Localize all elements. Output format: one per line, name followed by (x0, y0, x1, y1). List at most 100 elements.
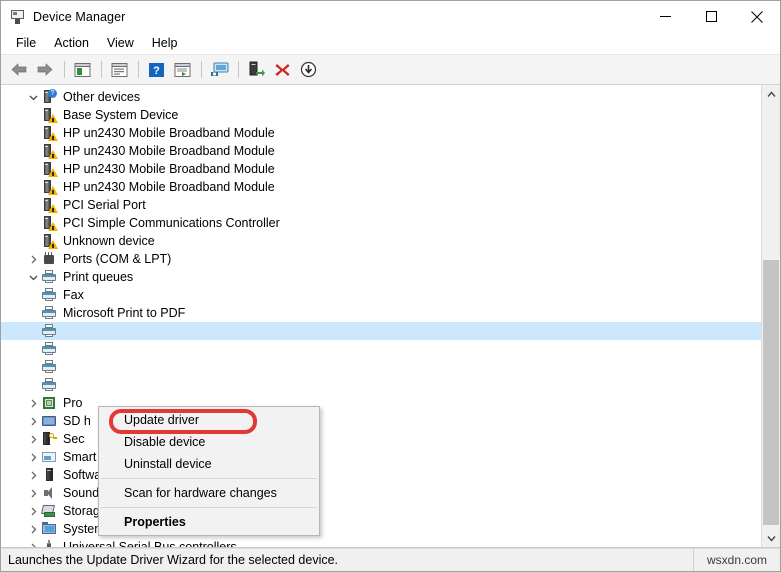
chevron-right-icon[interactable] (25, 466, 41, 484)
unknown-device-icon: ? (41, 89, 57, 105)
device-manager-icon (10, 9, 26, 25)
tree-row-printer-4[interactable] (1, 376, 761, 394)
printer-icon (41, 341, 57, 357)
tree-row-label: Universal Serial Bus controllers (63, 540, 237, 547)
tree-row-unknown-device[interactable]: Unknown device (1, 232, 761, 250)
tree-row-label: HP un2430 Mobile Broadband Module (63, 180, 275, 194)
tree-row-other-devices[interactable]: ? Other devices (1, 88, 761, 106)
context-menu[interactable]: Update driver Disable device Uninstall d… (98, 406, 320, 536)
chevron-right-icon[interactable] (25, 412, 41, 430)
maximize-button[interactable] (688, 1, 734, 32)
toolbar-separator (138, 61, 139, 78)
menu-action[interactable]: Action (45, 34, 98, 52)
printer-icon (41, 377, 57, 393)
tree-row-hp-un2430-2[interactable]: HP un2430 Mobile Broadband Module (1, 142, 761, 160)
chevron-right-icon[interactable] (25, 484, 41, 502)
chevron-down-icon[interactable] (25, 268, 41, 286)
context-menu-item-disable-device[interactable]: Disable device (99, 431, 319, 453)
tree-row-label: Print queues (63, 270, 134, 284)
scroll-down-button[interactable] (762, 529, 780, 547)
view-details-button[interactable] (170, 58, 194, 81)
printer-icon (41, 359, 57, 375)
context-menu-item-update-driver[interactable]: Update driver (99, 409, 319, 431)
device-warning-icon (41, 161, 58, 177)
tree-row-label: HP un2430 Mobile Broadband Module (63, 126, 275, 140)
help-icon: ? (148, 62, 164, 77)
device-warning-icon (41, 215, 58, 231)
back-button[interactable] (7, 58, 31, 81)
storage-controller-icon (41, 503, 57, 519)
chevron-right-icon[interactable] (25, 502, 41, 520)
close-button[interactable] (734, 1, 780, 32)
tree-row-label: Other devices (63, 90, 141, 104)
tree-row-label: Microsoft Print to PDF (63, 306, 186, 320)
tree-row-hp-un2430-4[interactable]: HP un2430 Mobile Broadband Module (1, 178, 761, 196)
tree-row-label: Base System Device (63, 108, 179, 122)
tree-row-pci-serial-port[interactable]: PCI Serial Port (1, 196, 761, 214)
window-title: Device Manager (33, 9, 126, 24)
tree-row-label: HP un2430 Mobile Broadband Module (63, 162, 275, 176)
tree-row-hp-un2430-3[interactable]: HP un2430 Mobile Broadband Module (1, 160, 761, 178)
disable-device-button[interactable] (296, 58, 320, 81)
smart-card-reader-icon (41, 449, 57, 465)
security-device-icon (41, 431, 57, 447)
toolbar-separator (101, 61, 102, 78)
context-menu-item-uninstall-device[interactable]: Uninstall device (99, 453, 319, 475)
usb-icon (41, 539, 57, 547)
tree-row-printer-2[interactable] (1, 340, 761, 358)
menu-help[interactable]: Help (143, 34, 187, 52)
chevron-right-icon[interactable] (25, 520, 41, 538)
chevron-right-icon[interactable] (25, 430, 41, 448)
chevron-right-icon[interactable] (25, 250, 41, 268)
scan-hardware-changes-button[interactable] (207, 58, 231, 81)
tree-row-usb-controllers[interactable]: Universal Serial Bus controllers (1, 538, 761, 547)
help-button[interactable]: ? (144, 58, 168, 81)
port-icon (41, 251, 57, 267)
tree-row-label: HP un2430 Mobile Broadband Module (63, 144, 275, 158)
tree-row-label: PCI Serial Port (63, 198, 146, 212)
properties-button[interactable] (107, 58, 131, 81)
tree-row-label: SD h (63, 414, 91, 428)
tree-row-microsoft-print-to-pdf[interactable]: Microsoft Print to PDF (1, 304, 761, 322)
show-hide-console-tree-button[interactable] (70, 58, 94, 81)
tree-row-hp-un2430-1[interactable]: HP un2430 Mobile Broadband Module (1, 124, 761, 142)
menu-file[interactable]: File (7, 34, 45, 52)
sound-icon (41, 485, 57, 501)
forward-button[interactable] (33, 58, 57, 81)
context-menu-item-properties[interactable]: Properties (99, 511, 319, 533)
uninstall-device-icon (275, 63, 289, 76)
chevron-right-icon[interactable] (25, 538, 41, 547)
context-menu-separator (101, 478, 317, 479)
device-warning-icon (41, 179, 58, 195)
tree-row-fax[interactable]: Fax (1, 286, 761, 304)
device-manager-window: Device Manager File Action View Help ? ?… (0, 0, 781, 572)
chevron-right-icon[interactable] (25, 448, 41, 466)
chevron-down-icon[interactable] (25, 88, 41, 106)
device-warning-icon (41, 125, 58, 141)
tree-row-printer-3[interactable] (1, 358, 761, 376)
tree-row-print-queues[interactable]: Print queues (1, 268, 761, 286)
scroll-down-icon (766, 535, 776, 542)
uninstall-device-button[interactable] (270, 58, 294, 81)
minimize-button[interactable] (642, 1, 688, 32)
back-arrow-icon (11, 63, 27, 76)
device-warning-icon (41, 233, 58, 249)
toolbar-separator (64, 61, 65, 78)
scroll-up-button[interactable] (762, 85, 780, 103)
forward-arrow-icon (37, 63, 53, 76)
update-driver-button[interactable] (244, 58, 268, 81)
tree-row-pci-simple-comms[interactable]: PCI Simple Communications Controller (1, 214, 761, 232)
title-bar: Device Manager (1, 1, 780, 32)
toolbar-separator (201, 61, 202, 78)
menu-view[interactable]: View (98, 34, 143, 52)
tree-row-label: Ports (COM & LPT) (63, 252, 172, 266)
context-menu-item-scan-for-hardware-changes[interactable]: Scan for hardware changes (99, 482, 319, 504)
tree-row-selected-printer[interactable] (1, 322, 761, 340)
tree-row-label: Fax (63, 288, 84, 302)
printer-icon (41, 305, 57, 321)
tree-row-base-system-device[interactable]: Base System Device (1, 106, 761, 124)
chevron-right-icon[interactable] (25, 394, 41, 412)
scrollbar-thumb[interactable] (763, 260, 779, 525)
vertical-scrollbar[interactable] (761, 85, 780, 547)
tree-row-ports[interactable]: Ports (COM & LPT) (1, 250, 761, 268)
